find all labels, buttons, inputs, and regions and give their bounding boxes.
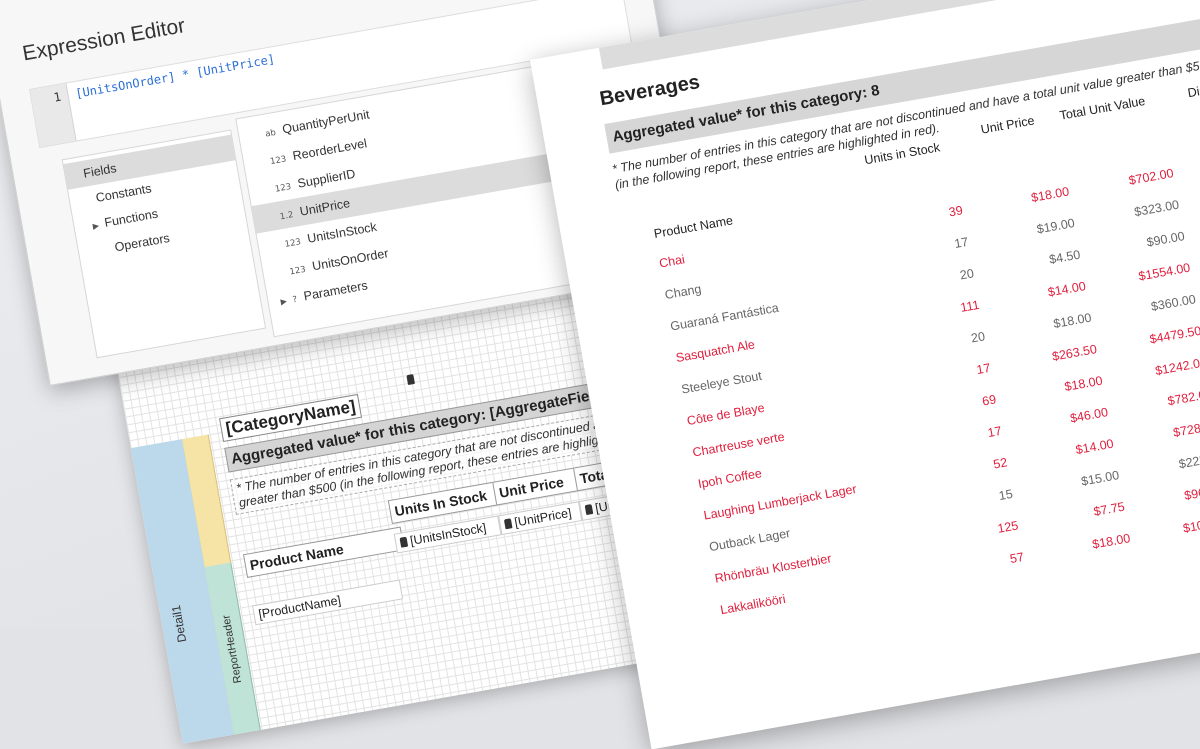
cell-total-unit-value: $728.00: [1172, 418, 1200, 440]
category-item-label: Operators: [113, 230, 171, 255]
cell-units-in-stock: 69: [981, 392, 998, 409]
cell-units-in-stock[interactable]: [UnitsInStock]: [393, 515, 502, 554]
cell-total-unit-value: $90.00: [1145, 229, 1186, 250]
cell-unit-price: $18.00: [1063, 373, 1104, 395]
cell-unit-price: $18.00: [1052, 310, 1093, 331]
cell-units-in-stock: 125: [996, 518, 1020, 536]
cell-product-name: Chai: [658, 252, 686, 271]
cell-units-in-stock: 17: [953, 234, 970, 251]
cell-unit-price: $18.00: [1091, 531, 1132, 552]
field-item-label: UnitPrice: [298, 196, 352, 219]
cell-product-name: Lakkalikööri: [719, 591, 787, 618]
database-icon: [503, 518, 513, 530]
cell-units-in-stock: 57: [1008, 549, 1025, 567]
database-icon: [406, 374, 415, 386]
type-number-icon: 123: [284, 237, 302, 250]
cell-product-name: Guaraná Fantástica: [669, 300, 780, 334]
cell-total-unit-value: $968.75: [1183, 481, 1200, 503]
column-header-product: Product Name: [652, 213, 735, 241]
cell-product-name: Chang: [663, 281, 703, 303]
cell-product-name: Ipoh Coffee: [697, 466, 763, 492]
cell-total-unit-value: $225.00: [1177, 449, 1200, 472]
cell-unit-price: $14.00: [1046, 279, 1087, 300]
dialog-title: Expression Editor: [20, 14, 187, 66]
expand-arrow-icon[interactable]: ▶: [92, 221, 100, 231]
cell-unit-price: $18.00: [1030, 184, 1071, 205]
type-number-icon: 123: [288, 264, 307, 278]
cell-units-in-stock: 111: [959, 297, 981, 315]
cell-units-in-stock-text: [UnitsInStock]: [408, 520, 488, 548]
cell-units-in-stock: 20: [958, 266, 975, 283]
type-decimal-icon: 1.2: [279, 210, 295, 223]
report-header-band-label: ReportHeader: [220, 614, 245, 685]
cell-product-name[interactable]: [ProductName]: [252, 579, 404, 626]
cell-unit-price: $4.50: [1048, 247, 1082, 267]
type-number-icon: 123: [274, 182, 293, 195]
cell-units-in-stock: 52: [992, 455, 1009, 472]
cell-product-name: Sasquatch Ale: [674, 337, 756, 366]
type-number-icon: 123: [269, 154, 288, 168]
cell-unit-price: $14.00: [1074, 436, 1115, 458]
cell-product-name: Rhönbräu Klosterbier: [713, 551, 833, 586]
detail-band-label: Detail1: [168, 604, 190, 644]
cell-product-name: Chartreuse verte: [691, 429, 786, 460]
expression-text[interactable]: [UnitsOnOrder] * [UnitPrice]: [74, 52, 276, 101]
cell-unit-price-text: [UnitPrice]: [513, 505, 573, 530]
cell-product-name: Laughing Lumberjack Lager: [702, 481, 858, 523]
cell-unit-price[interactable]: [UnitPrice]: [498, 501, 583, 536]
cell-total-unit-value: $1026.00: [1181, 512, 1200, 536]
cell-unit-price: $19.00: [1035, 216, 1076, 237]
type-parameter-icon: ?: [291, 294, 299, 306]
cell-product-name: Outback Lager: [708, 526, 792, 555]
cell-units-in-stock: 17: [975, 360, 992, 378]
cell-total-unit-value: $323.00: [1133, 197, 1181, 220]
category-item-label: Constants: [94, 181, 153, 205]
cell-unit-price: $263.50: [1051, 342, 1099, 364]
cell-product-name: Steeleye Stout: [680, 368, 763, 397]
field-item-label: SupplierID: [296, 166, 357, 191]
category-title: Beverages: [598, 71, 702, 111]
header-unit-price[interactable]: Unit Price: [492, 466, 585, 506]
database-icon: [399, 536, 409, 548]
category-item-label: Fields: [82, 161, 118, 181]
field-item-label: Parameters: [302, 278, 369, 304]
cell-product-name: Côte de Blaye: [685, 400, 766, 429]
category-list[interactable]: Fields Constants ▶ Functions Operators: [61, 129, 267, 359]
database-icon: [584, 504, 594, 516]
cell-units-in-stock: 39: [947, 203, 964, 220]
cell-total-unit-value: $1554.00: [1137, 260, 1192, 284]
cell-total-unit-value: $782.00: [1166, 386, 1200, 409]
cell-total-unit-value: $1242.00: [1154, 355, 1200, 379]
cell-unit-price: $15.00: [1080, 468, 1121, 489]
cell-unit-price: $46.00: [1069, 405, 1110, 426]
type-text-icon: ab: [264, 127, 277, 140]
cell-units-in-stock: 15: [997, 486, 1014, 504]
cell-unit-price: $7.75: [1092, 499, 1126, 519]
expand-arrow-icon[interactable]: ▶: [280, 297, 288, 307]
category-item-label: Functions: [103, 206, 160, 230]
cell-units-in-stock: 20: [969, 329, 987, 346]
cell-total-unit-value: $702.00: [1127, 166, 1175, 188]
cell-total-unit-value: $4479.50: [1148, 323, 1200, 347]
header-product-name[interactable]: Product Name: [242, 526, 405, 578]
cell-units-in-stock: 17: [986, 423, 1003, 441]
cell-total-unit-value: $360.00: [1149, 292, 1197, 314]
